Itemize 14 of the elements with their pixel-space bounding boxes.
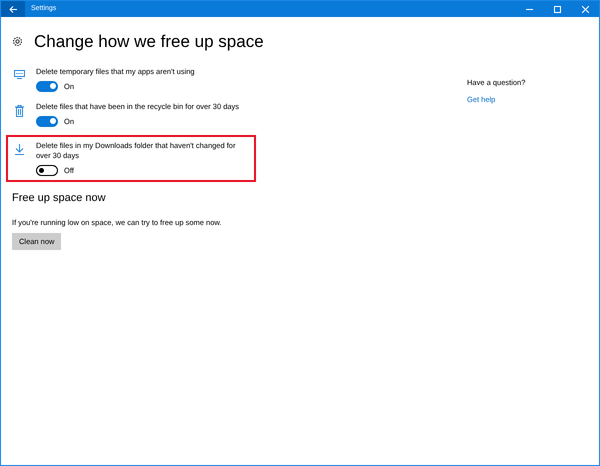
back-button[interactable] — [1, 1, 25, 17]
download-icon — [14, 144, 24, 155]
minimize-icon — [526, 8, 532, 10]
toggle-switch[interactable] — [36, 165, 58, 176]
back-arrow-icon — [9, 6, 17, 12]
close-icon — [582, 6, 588, 12]
toggle-switch[interactable] — [36, 80, 58, 92]
monitor-icon — [14, 70, 24, 78]
maximize-icon — [554, 6, 560, 12]
section-heading: Free up space now — [12, 191, 107, 206]
gear-icon — [12, 36, 23, 48]
toggle-switch[interactable] — [36, 116, 58, 127]
page-title: Change how we free up space — [34, 31, 264, 53]
trash-icon — [14, 104, 24, 117]
